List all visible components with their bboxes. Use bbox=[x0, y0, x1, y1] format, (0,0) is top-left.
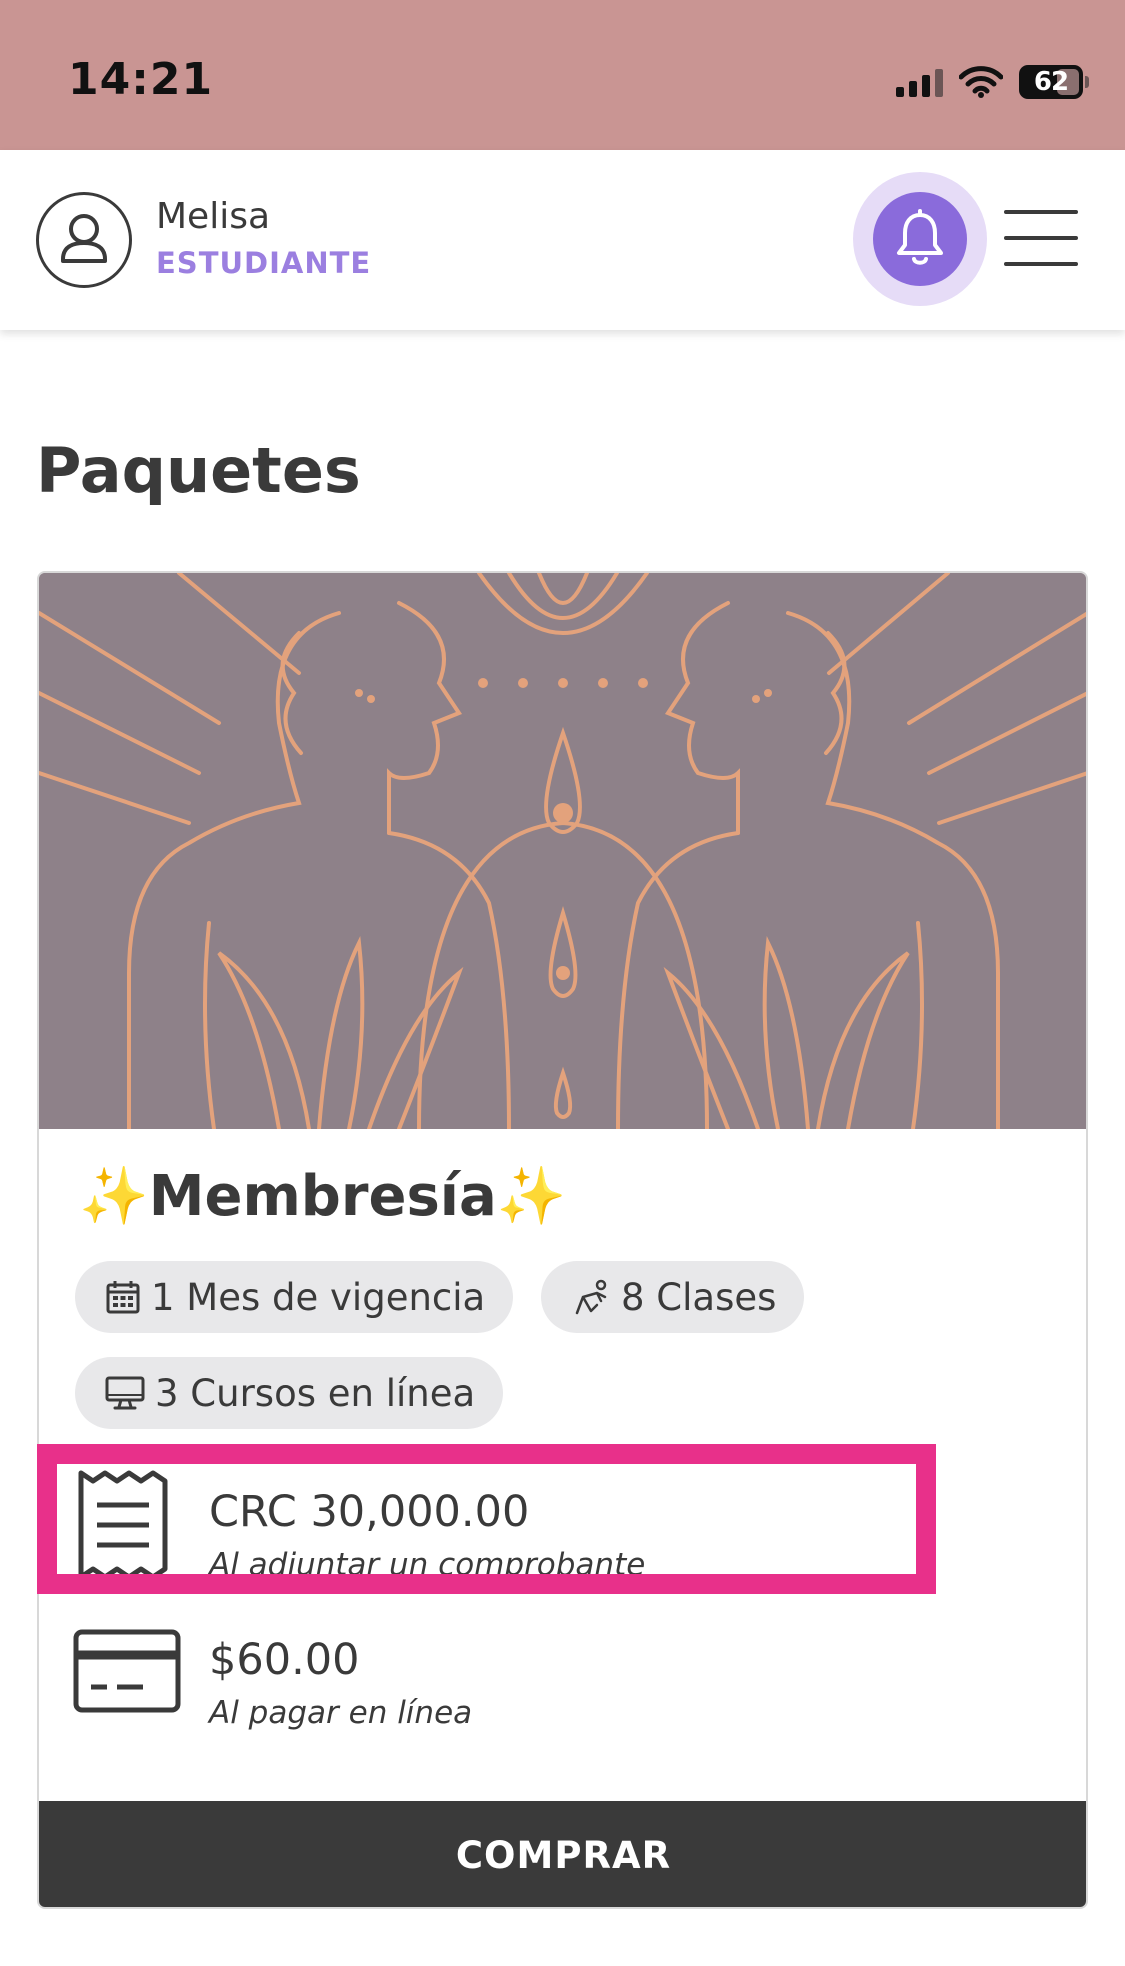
receipt-icon bbox=[78, 1470, 168, 1580]
status-time: 14:21 bbox=[68, 54, 214, 105]
price-note: Al adjuntar un comprobante bbox=[209, 1547, 646, 1583]
sparkles-icon: ✨ bbox=[496, 1164, 567, 1229]
status-bar: 14:21 62 bbox=[0, 0, 1125, 150]
package-card: ✨Membresía✨ 1 Mes de vigencia 8 Clases 3… bbox=[37, 571, 1088, 1909]
user-name: Melisa bbox=[156, 196, 271, 237]
menu-line bbox=[1004, 262, 1078, 266]
package-title: ✨Membresía✨ bbox=[79, 1163, 567, 1229]
price-amount: CRC 30,000.00 bbox=[209, 1487, 530, 1537]
user-role: ESTUDIANTE bbox=[156, 246, 372, 280]
credit-card-icon bbox=[73, 1629, 181, 1713]
chip-courses-label: 3 Cursos en línea bbox=[155, 1371, 476, 1415]
price-note: Al pagar en línea bbox=[209, 1695, 473, 1731]
cellular-signal-icon bbox=[896, 67, 943, 97]
user-icon bbox=[61, 214, 107, 263]
package-title-text: Membresía bbox=[148, 1164, 497, 1229]
bell-icon bbox=[897, 209, 943, 265]
menu-line bbox=[1004, 210, 1078, 214]
menu-line bbox=[1004, 236, 1078, 240]
battery-nub bbox=[1085, 76, 1089, 88]
monitor-icon bbox=[105, 1376, 145, 1410]
chip-classes-label: 8 Clases bbox=[621, 1275, 777, 1319]
hamburger-menu-button[interactable] bbox=[1004, 210, 1078, 266]
price-amount: $60.00 bbox=[209, 1635, 360, 1685]
calendar-icon bbox=[106, 1281, 140, 1314]
chip-validity-label: 1 Mes de vigencia bbox=[151, 1275, 486, 1319]
status-icons: 62 bbox=[896, 62, 1089, 102]
buy-button[interactable]: COMPRAR bbox=[39, 1801, 1086, 1907]
battery-level: 62 bbox=[1033, 67, 1069, 97]
app-header: Melisa ESTUDIANTE bbox=[0, 150, 1125, 330]
sparkles-icon: ✨ bbox=[79, 1164, 149, 1229]
chip-validity: 1 Mes de vigencia bbox=[75, 1261, 514, 1333]
chip-classes: 8 Clases bbox=[541, 1261, 805, 1333]
avatar[interactable] bbox=[36, 192, 132, 288]
battery-icon: 62 bbox=[1019, 65, 1083, 99]
page-title: Paquetes bbox=[36, 434, 361, 507]
notifications-button[interactable] bbox=[873, 192, 967, 286]
yoga-pose-icon bbox=[575, 1279, 607, 1315]
price-option-online[interactable]: $60.00 Al pagar en línea bbox=[39, 1621, 1086, 1751]
chip-courses: 3 Cursos en línea bbox=[75, 1357, 504, 1429]
price-option-receipt[interactable]: CRC 30,000.00 Al adjuntar un comprobante bbox=[39, 1465, 1086, 1595]
wifi-icon bbox=[959, 66, 1003, 98]
package-artwork bbox=[39, 573, 1086, 1129]
